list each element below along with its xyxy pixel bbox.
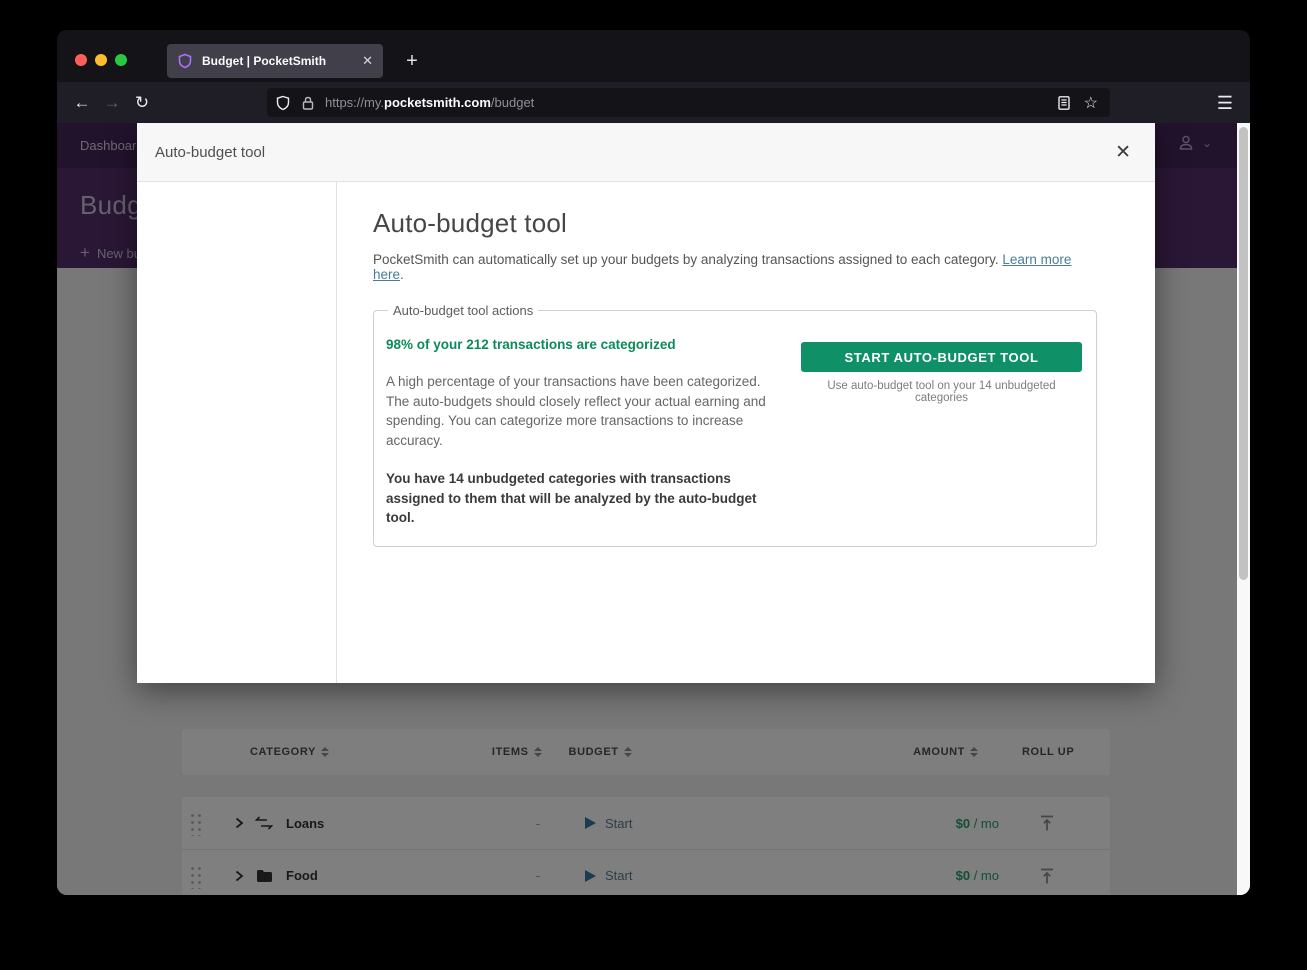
- lock-icon[interactable]: [300, 95, 316, 111]
- modal-content: Auto-budget tool PocketSmith can automat…: [337, 182, 1155, 683]
- reader-mode-icon[interactable]: [1056, 95, 1072, 111]
- scrollbar-thumb[interactable]: [1239, 127, 1248, 580]
- fieldset-legend: Auto-budget tool actions: [388, 303, 538, 318]
- bookmark-star-icon[interactable]: ☆: [1084, 93, 1098, 113]
- close-icon[interactable]: ✕: [1115, 143, 1131, 162]
- url-scheme: https://my.: [325, 95, 384, 110]
- unbudgeted-summary: You have 14 unbudgeted categories with t…: [386, 469, 786, 528]
- url-bar[interactable]: https://my.pocketsmith.com/budget ☆: [267, 88, 1110, 117]
- auto-budget-modal: Auto-budget tool ✕ Auto-budget tool Pock…: [137, 123, 1155, 683]
- pocketsmith-favicon-shield-icon: [177, 53, 193, 69]
- tab-close-icon[interactable]: ✕: [362, 53, 373, 69]
- categorization-description: A high percentage of your transactions h…: [386, 372, 786, 450]
- traffic-lights: [75, 54, 127, 66]
- modal-intro: PocketSmith can automatically set up you…: [373, 252, 1097, 282]
- modal-title: Auto-budget tool: [155, 144, 265, 161]
- close-window-button[interactable]: [75, 54, 87, 66]
- browser-titlebar: Budget | PocketSmith ✕ +: [57, 30, 1250, 82]
- page-scrollbar[interactable]: [1237, 123, 1250, 895]
- auto-budget-actions-fieldset: Auto-budget tool actions 98% of your 212…: [373, 303, 1097, 547]
- reload-icon[interactable]: ↻: [127, 89, 157, 117]
- url-domain: pocketsmith.com: [384, 95, 491, 110]
- url-path: /budget: [491, 95, 534, 110]
- browser-tab[interactable]: Budget | PocketSmith ✕: [167, 44, 383, 78]
- new-tab-button[interactable]: +: [397, 46, 427, 76]
- menu-icon[interactable]: ☰: [1212, 90, 1238, 116]
- tab-title: Budget | PocketSmith: [202, 54, 354, 68]
- minimize-window-button[interactable]: [95, 54, 107, 66]
- categorization-status: 98% of your 212 transactions are categor…: [386, 337, 786, 352]
- maximize-window-button[interactable]: [115, 54, 127, 66]
- back-icon[interactable]: ←: [67, 89, 97, 117]
- forward-icon[interactable]: →: [97, 89, 127, 117]
- start-auto-budget-button[interactable]: START AUTO-BUDGET TOOL: [801, 342, 1082, 372]
- browser-navbar: ← → ↻ https://my.pocketsmith.com/budget: [57, 82, 1250, 123]
- page-viewport: Dashboard ⌄ Budget + New budget CATEGORY: [57, 123, 1250, 895]
- modal-heading: Auto-budget tool: [373, 208, 1097, 239]
- modal-sidebar: [137, 182, 337, 683]
- tracking-shield-icon[interactable]: [275, 95, 291, 111]
- start-button-caption: Use auto-budget tool on your 14 unbudget…: [801, 380, 1082, 404]
- modal-header: Auto-budget tool ✕: [137, 123, 1155, 182]
- browser-window: Budget | PocketSmith ✕ + ← → ↻ https://m…: [57, 30, 1250, 895]
